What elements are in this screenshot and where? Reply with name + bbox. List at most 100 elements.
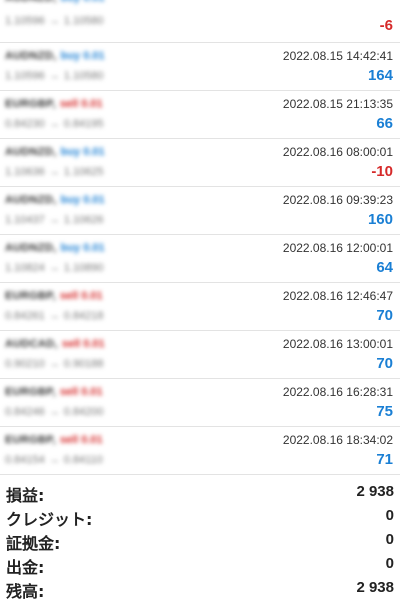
trade-side: sell 0.01 [59,290,103,302]
summary-value: 0 [385,555,394,572]
summary-row: 出金: 0 [0,550,400,577]
trade-close-time: 2022.08.16 12:46:47 [282,289,393,303]
open-price: 1.10437 [5,214,45,226]
trade-row[interactable]: AUDCAD, sell 0.01 0.90210 → 0.90188 2022.08.1… [0,331,400,379]
trade-row[interactable]: AUDNZD, buy 0.01 1.10596→1.10580 -6 [0,0,400,43]
trade-symbol-line: EURGBP, sell 0.01 [5,386,103,398]
trade-side: sell 0.01 [59,386,103,398]
summary-row: 残高: 2 938 [0,574,400,601]
trade-symbol-line: AUDNZD,buy 0.01 [5,146,105,158]
trade-profit: 66 [376,115,393,132]
trade-row[interactable]: EURGBP, sell 0.01 0.84154 → 0.84110 2022.08.1… [0,427,400,475]
close-price: 0.84200 [63,406,104,418]
open-price: 1.10824 [5,262,45,274]
trade-price-line: 1.10824 → 1.10890 [5,262,104,274]
summary-row: 証拠金: 0 [0,526,400,553]
trade-close-time: 2022.08.15 21:13:35 [282,97,393,111]
trade-side: buy 0.01 [60,194,105,206]
trade-profit: 70 [376,355,393,372]
trade-side: buy 0.01 [61,0,105,4]
summary-label: 残高: [6,582,45,601]
arrow-right-icon: → [48,166,60,178]
trade-symbol: EURGBP, [5,98,56,110]
trade-close-time: 2022.08.15 14:42:41 [282,49,393,63]
arrow-right-icon: → [48,262,60,274]
close-price: 1.10625 [63,166,104,178]
close-price: 0.84195 [63,118,104,130]
trade-profit: -10 [371,163,393,180]
trade-row[interactable]: AUDNZD, buy 0.01 1.10596 → 1.10580 2022.08.15… [0,43,400,91]
close-price: 1.10580 [63,15,104,27]
trade-side: sell 0.01 [59,98,103,110]
open-price: 0.84261 [5,310,45,322]
close-price: 1.10890 [63,262,104,274]
trade-symbol-line: AUDCAD, sell 0.01 [5,338,105,350]
trade-row[interactable]: EURGBP, sell 0.01 0.84261 → 0.84218 2022.08.1… [0,283,400,331]
trade-side: sell 0.01 [61,338,105,350]
trade-row[interactable]: AUDNZD, buy 0.01 1.10437 → 1.10626 2022.08.16… [0,187,400,235]
trade-side: buy 0.01 [60,50,105,62]
trade-profit: 160 [367,211,393,228]
summary-value: 0 [385,531,394,548]
open-price: 0.84154 [5,454,45,466]
arrow-right-icon: → [48,310,60,322]
trade-symbol: EURGBP, [5,434,56,446]
trade-symbol-line: AUDNZD,buy 0.01 [5,50,105,62]
trade-row[interactable]: AUDNZD, buy 0.01 1.10636 → 1.10625 2022.08.16… [0,139,400,187]
close-price: 0.84218 [63,310,104,322]
trade-symbol: AUDNZD, [5,194,57,206]
close-price: 1.10580 [63,70,104,82]
summary-row: クレジット: 0 [0,502,400,529]
trade-price-line: 1.10596 → 1.10580 [5,15,104,27]
summary-value: 2 938 [356,579,394,596]
trade-symbol: EURGBP, [5,290,56,302]
arrow-right-icon: → [48,15,60,27]
trade-symbol: AUDNZD, [5,50,57,62]
trade-profit: 71 [376,451,393,468]
trade-close-time: 2022.08.16 08:00:01 [282,145,393,159]
trade-row[interactable]: AUDNZD, buy 0.01 1.10824 → 1.10890 2022.08.16… [0,235,400,283]
trade-price-line: 0.84230 → 0.84195 [5,118,104,130]
trade-symbol-line: EURGBP, sell 0.01 [5,290,103,302]
open-price: 1.10596 [5,70,45,82]
trade-symbol-line: AUDNZD,buy 0.01 [5,194,105,206]
trade-symbol: EURGBP, [5,386,56,398]
trade-close-time: 2022.08.16 18:34:02 [282,433,393,447]
trade-history-list: AUDNZD,buy 0.011.10596→1.10580-6AUDNZD,b… [0,0,400,475]
arrow-right-icon: → [48,358,60,370]
trade-price-line: 0.90210 → 0.90188 [5,358,104,370]
arrow-right-icon: → [48,70,60,82]
trade-price-line: 0.84246 → 0.84200 [5,406,104,418]
trade-close-time: 2022.08.16 13:00:01 [282,337,393,351]
open-price: 1.10636 [5,166,45,178]
trade-price-line: 1.10596 → 1.10580 [5,70,104,82]
trade-symbol: AUDNZD, [5,0,57,4]
open-price: 1.10596 [5,15,45,27]
summary-value: 2 938 [356,483,394,500]
trade-profit: 70 [376,307,393,324]
trade-symbol-line: EURGBP, sell 0.01 [5,434,103,446]
trade-close-time: 2022.08.16 09:39:23 [282,193,393,207]
trade-symbol: AUDNZD, [5,242,57,254]
trade-row[interactable]: EURGBP, sell 0.01 0.84230 → 0.84195 2022.08.1… [0,91,400,139]
trade-price-line: 0.84154 → 0.84110 [5,454,103,466]
trade-side: buy 0.01 [60,242,105,254]
open-price: 0.84230 [5,118,45,130]
trade-price-line: 0.84261 → 0.84218 [5,310,104,322]
trade-profit: -6 [379,17,393,34]
trade-symbol-line: AUDNZD, buy 0.01 [5,0,105,4]
close-price: 0.90188 [63,358,104,370]
close-price: 0.84110 [63,454,103,466]
trade-profit: 164 [367,67,393,84]
trade-close-time: 2022.08.16 16:28:31 [282,385,393,399]
arrow-right-icon: → [48,406,60,418]
summary-row: 損益: 2 938 [0,478,400,505]
arrow-right-icon: → [48,214,60,226]
close-price: 1.10626 [63,214,104,226]
summary-value: 0 [385,507,394,524]
trade-row[interactable]: EURGBP, sell 0.01 0.84246 → 0.84200 2022.08.1… [0,379,400,427]
trade-side: buy 0.01 [60,146,105,158]
trade-side: sell 0.01 [59,434,103,446]
arrow-right-icon: → [48,118,60,130]
trade-close-time: 2022.08.16 12:00:01 [282,241,393,255]
